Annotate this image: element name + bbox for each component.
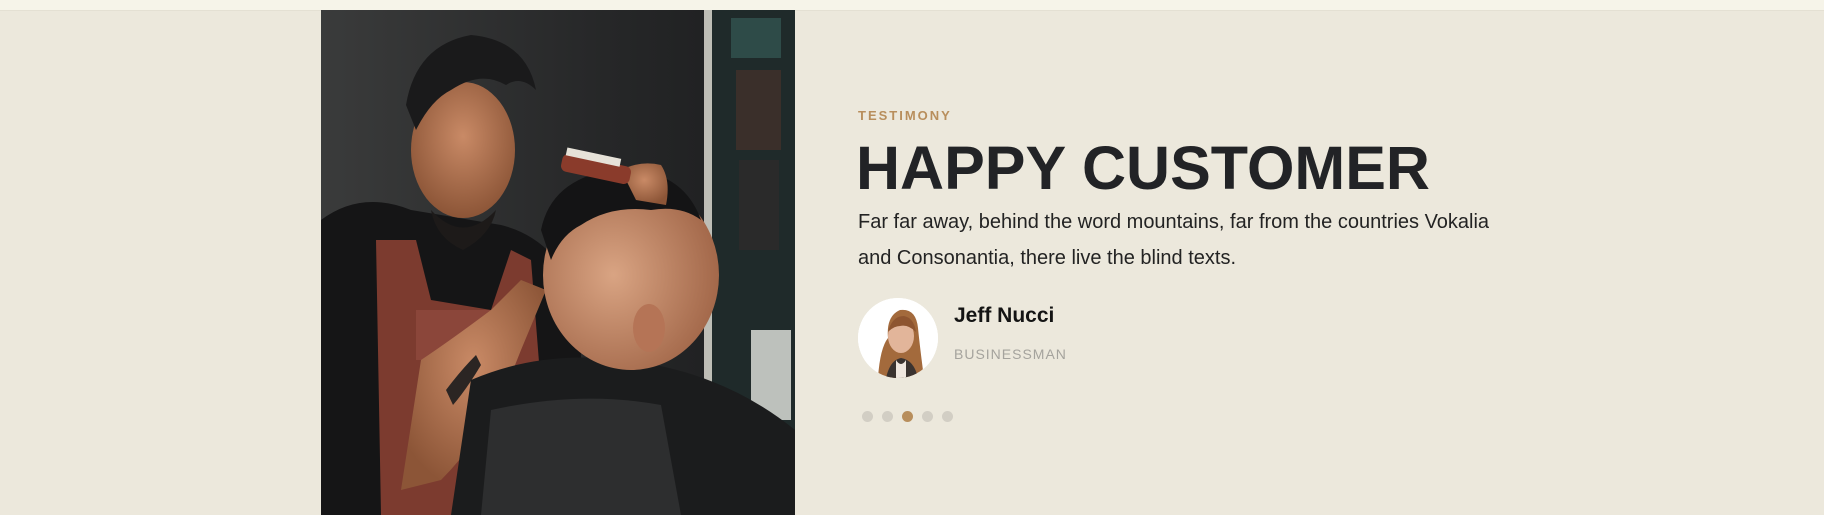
section-eyebrow: TESTIMONY xyxy=(858,108,952,123)
testimonial-author: Jeff Nucci BUSINESSMAN xyxy=(858,298,1578,378)
avatar xyxy=(858,298,938,378)
testimonial-quote: Far far away, behind the word mountains,… xyxy=(858,211,1490,269)
barber-photo xyxy=(321,10,795,515)
carousel-dot-5[interactable] xyxy=(942,411,953,422)
carousel-dot-2[interactable] xyxy=(882,411,893,422)
carousel-dot-3[interactable] xyxy=(902,411,913,422)
section-heading: HAPPY CUSTOMER xyxy=(856,134,1430,202)
top-strip xyxy=(0,0,1824,11)
carousel-dot-4[interactable] xyxy=(922,411,933,422)
carousel-dot-1[interactable] xyxy=(862,411,873,422)
testimonial-content: TESTIMONY HAPPY CUSTOMER Far far away, b… xyxy=(856,108,1578,378)
author-role: BUSINESSMAN xyxy=(954,346,1067,362)
author-name: Jeff Nucci xyxy=(954,304,1055,327)
